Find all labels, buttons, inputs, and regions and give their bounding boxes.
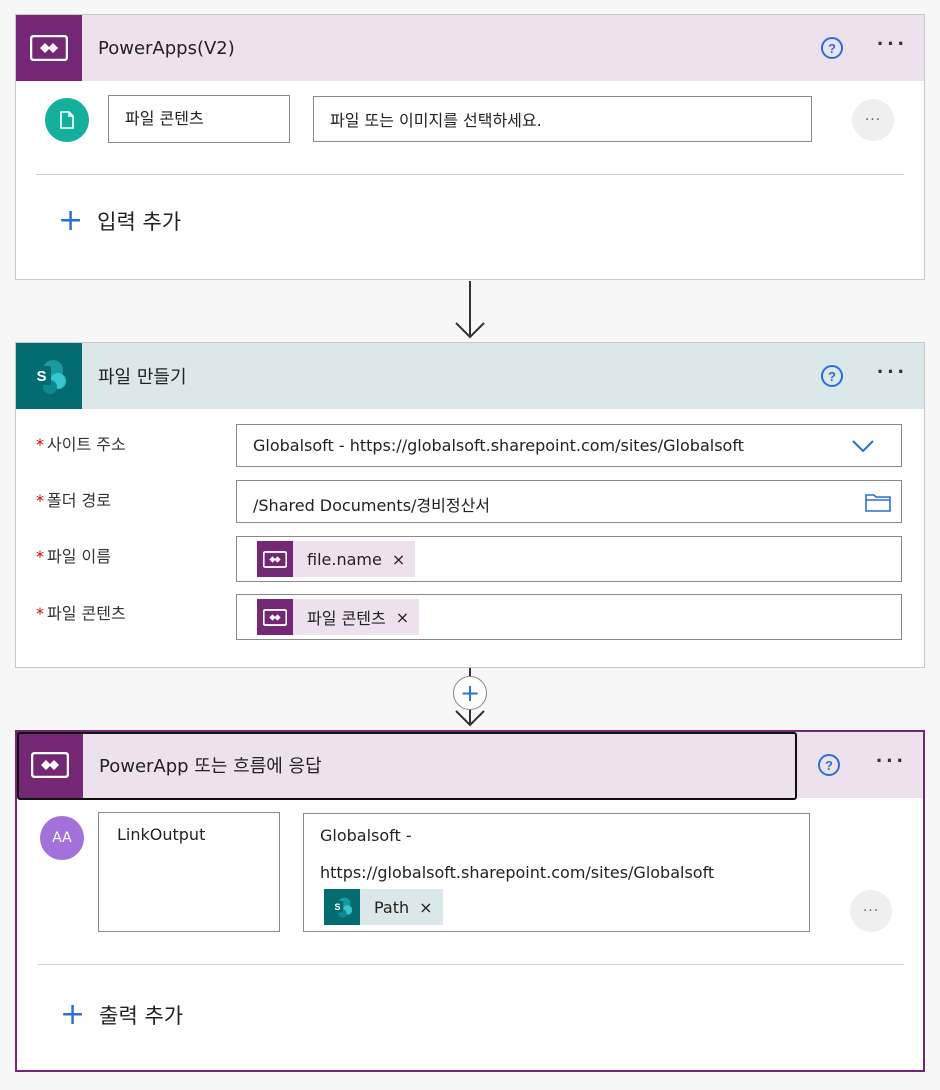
more-options-icon[interactable]: ··· [877,33,908,63]
file-content-field[interactable]: 파일 콘텐츠 × [236,594,902,640]
input-name-field[interactable]: 파일 콘텐츠 [108,95,290,143]
divider [36,174,904,175]
sharepoint-icon: S [16,343,82,409]
plus-icon: + [58,203,84,238]
site-address-value: Globalsoft - https://globalsoft.sharepoi… [253,436,744,455]
powerapps-icon [257,541,293,577]
divider [38,964,904,965]
card-title: PowerApp 또는 흐름에 응답 [99,756,322,777]
plus-icon: + [459,679,481,707]
remove-token-icon[interactable]: × [419,898,432,917]
plus-icon: + [60,997,86,1032]
add-input-label: 입력 추가 [97,210,182,234]
help-icon[interactable]: ? [821,365,844,387]
more-options-icon[interactable]: ··· [876,750,907,780]
folder-path-label: * 폴더 경로 [36,491,111,510]
remove-token-icon[interactable]: × [392,550,405,569]
file-name-token[interactable]: file.name × [257,541,416,577]
input-placeholder-text: 파일 또는 이미지를 선택하세요. [330,111,542,130]
file-name-field[interactable]: file.name × [236,536,902,582]
folder-icon[interactable] [865,492,891,512]
folder-path-field[interactable]: /Shared Documents/경비정산서 [236,480,902,523]
output-more-button[interactable]: ··· [850,890,892,932]
file-type-icon [45,98,89,142]
file-content-label: * 파일 콘텐츠 [36,604,126,623]
add-output-button[interactable]: + 출력 추가 [60,1000,183,1030]
path-token[interactable]: S Path × [324,889,443,925]
input-name-text: 파일 콘텐츠 [125,109,204,128]
add-output-label: 출력 추가 [99,1004,184,1028]
file-content-token[interactable]: 파일 콘텐츠 × [257,599,420,635]
output-name-text: LinkOutput [117,825,206,844]
avatar: AA [40,816,84,860]
token-label: file.name [307,549,382,569]
folder-path-value: /Shared Documents/경비정산서 [253,496,491,515]
powerapps-trigger-card: PowerApps(V2) ? ··· 파일 콘텐츠 파일 또는 이미지를 선택… [15,14,925,280]
site-address-label: * 사이트 주소 [36,435,126,454]
help-icon[interactable]: ? [818,754,841,776]
site-address-dropdown[interactable]: Globalsoft - https://globalsoft.sharepoi… [236,424,902,467]
file-name-label: * 파일 이름 [36,547,111,566]
respond-card: PowerApp 또는 흐름에 응답 ? ··· AA LinkOutput G… [15,730,925,1072]
card-title: 파일 만들기 [98,367,187,388]
output-name-field[interactable]: LinkOutput [98,812,280,932]
powerapps-icon [257,599,293,635]
card-header[interactable]: S 파일 만들기 ? ··· [16,343,924,409]
powerapps-icon [17,732,83,798]
svg-text:S: S [36,368,46,385]
more-options-icon[interactable]: ··· [877,361,908,391]
sharepoint-icon: S [324,889,360,925]
insert-step-button[interactable]: + [453,676,487,710]
token-label: 파일 콘텐츠 [307,609,386,628]
add-input-button[interactable]: + 입력 추가 [58,206,181,236]
create-file-card: S 파일 만들기 ? ··· * 사이트 주소 Globalsoft - http… [15,342,925,668]
card-header[interactable]: PowerApps(V2) ? ··· [16,15,924,81]
remove-token-icon[interactable]: × [396,608,409,627]
svg-text:S: S [334,902,340,912]
connector-arrow [455,281,485,339]
input-placeholder-field[interactable]: 파일 또는 이미지를 선택하세요. [313,96,812,142]
token-label: Path [374,897,410,917]
help-icon[interactable]: ? [821,37,844,59]
card-title: PowerApps(V2) [98,37,235,59]
powerapps-icon [16,15,82,81]
output-value-line1: Globalsoft - [320,826,412,845]
output-value-field[interactable]: Globalsoft - https://globalsoft.sharepoi… [303,813,810,932]
output-value-line2: https://globalsoft.sharepoint.com/sites/… [320,863,715,882]
input-more-button[interactable]: ··· [852,99,894,141]
card-header[interactable]: PowerApp 또는 흐름에 응답 ? ··· [17,732,923,800]
chevron-down-icon [852,440,874,453]
